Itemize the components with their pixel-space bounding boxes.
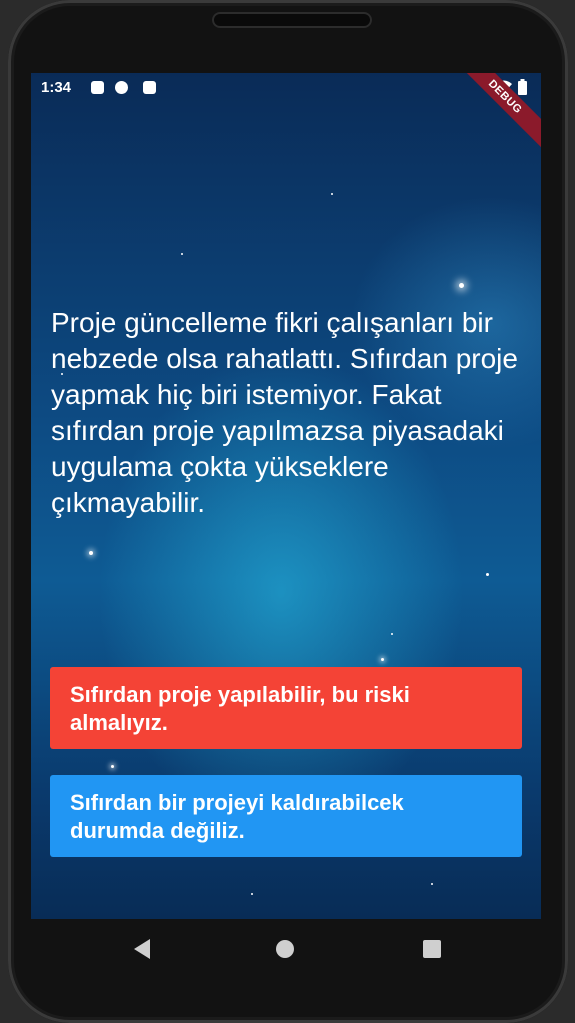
notification-a-icon bbox=[91, 81, 104, 94]
answer-button-cannot-handle[interactable]: Sıfırdan bir projeyi kaldırabilcek durum… bbox=[50, 775, 522, 857]
notification-circle-icon bbox=[115, 81, 128, 94]
app-screen: 1:34 DEBUG Proje güncelleme fikri çalışa… bbox=[31, 73, 541, 919]
back-icon[interactable] bbox=[134, 939, 150, 959]
star-decoration bbox=[381, 658, 384, 661]
battery-icon bbox=[518, 79, 527, 95]
star-decoration bbox=[431, 883, 433, 885]
home-icon[interactable] bbox=[276, 940, 294, 958]
status-time: 1:34 bbox=[41, 79, 72, 96]
star-decoration bbox=[486, 573, 489, 576]
star-decoration bbox=[251, 893, 253, 895]
star-decoration bbox=[331, 193, 333, 195]
star-decoration bbox=[459, 283, 464, 288]
phone-speaker bbox=[212, 12, 372, 28]
sd-card-icon bbox=[143, 81, 156, 94]
navigation-bar bbox=[31, 919, 541, 979]
debug-banner: DEBUG bbox=[448, 73, 541, 154]
star-decoration bbox=[181, 253, 183, 255]
recent-apps-icon[interactable] bbox=[423, 940, 441, 958]
answer-button-start-over[interactable]: Sıfırdan proje yapılabilir, bu riski alm… bbox=[50, 667, 522, 749]
star-decoration bbox=[89, 551, 93, 555]
star-decoration bbox=[111, 765, 114, 768]
status-bar: 1:34 DEBUG bbox=[31, 73, 541, 154]
question-text: Proje güncelleme fikri çalışanları bir n… bbox=[51, 307, 518, 518]
star-decoration bbox=[391, 633, 393, 635]
